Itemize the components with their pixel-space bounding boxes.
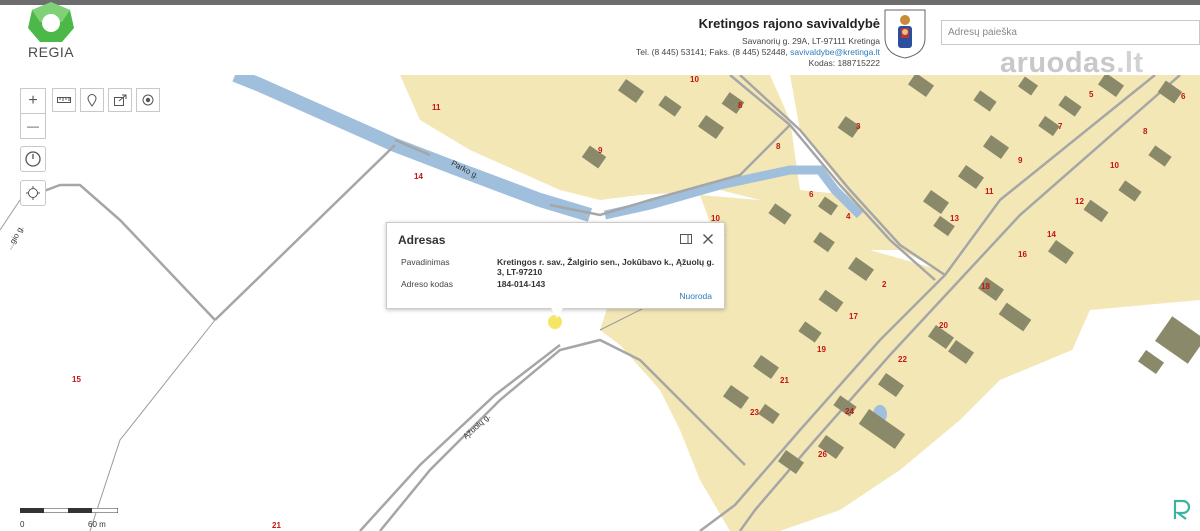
- compass-button[interactable]: [20, 146, 46, 172]
- coat-of-arms-icon: [884, 9, 926, 59]
- scale-bar: [20, 508, 118, 513]
- parcel-number: 21: [780, 376, 789, 385]
- zoom-out-button[interactable]: —: [20, 113, 46, 139]
- parcel-number: 15: [72, 375, 81, 384]
- parcel-number: 2: [882, 280, 887, 289]
- address-popup: Adresas Pavadinimas Kretingos r. sav., Ž…: [386, 222, 725, 309]
- parcel-number: 4: [846, 212, 851, 221]
- parcel-number: 24: [845, 407, 854, 416]
- parcel-number: 26: [818, 450, 827, 459]
- parcel-number: 7: [1058, 122, 1063, 131]
- parcel-number: 10: [1110, 161, 1119, 170]
- zoom-in-button[interactable]: +: [20, 88, 46, 114]
- address-search-input[interactable]: Adresų paieška: [941, 20, 1200, 45]
- parcel-number: 3: [856, 122, 861, 131]
- parcel-number: 5: [1089, 90, 1094, 99]
- parcel-number: 14: [414, 172, 423, 181]
- header: REGIA Kretingos rajono savivaldybė Savan…: [0, 0, 1200, 79]
- municipality-address: Savanorių g. 29A, LT-97111 Kretinga: [742, 36, 880, 46]
- app-window: REGIA Kretingos rajono savivaldybė Savan…: [0, 0, 1200, 531]
- parcel-number: 13: [950, 214, 959, 223]
- parcel-number: 10: [690, 75, 699, 84]
- scale-start: 0: [20, 520, 25, 529]
- municipality-info: Kretingos rajono savivaldybė Savanorių g…: [636, 16, 880, 69]
- name-label: Pavadinimas: [401, 257, 450, 267]
- link-button[interactable]: Nuoroda: [679, 291, 712, 301]
- popup-title: Adresas: [398, 233, 446, 247]
- parcel-number: 18: [981, 282, 990, 291]
- municipality-name: Kretingos rajono savivaldybė: [698, 16, 880, 31]
- logo-text: REGIA: [28, 44, 75, 60]
- share-icon: [113, 94, 126, 106]
- ruler-icon: [57, 97, 71, 103]
- measure-tool-button[interactable]: [52, 88, 76, 112]
- email-link[interactable]: savivaldybe@kretinga.lt: [790, 47, 880, 57]
- crosshair-icon: [26, 186, 40, 200]
- parcel-number: 21: [272, 521, 281, 530]
- scale-end: 60 m: [88, 520, 106, 529]
- expand-panel-icon[interactable]: [679, 232, 693, 246]
- popup-pointer: [551, 308, 563, 318]
- address-code-label: Adreso kodas: [401, 279, 453, 289]
- parcel-number: 11: [432, 103, 441, 112]
- top-bar: [0, 0, 1200, 5]
- regia-corner-logo-icon: [1173, 499, 1191, 520]
- brand-tld: .lt: [1116, 47, 1144, 79]
- parcel-number: 20: [939, 321, 948, 330]
- target-icon: [142, 94, 154, 106]
- brand-watermark: aruodas.lt: [1000, 47, 1144, 80]
- parcel-number: 6: [809, 190, 814, 199]
- parcel-number: 8: [1143, 127, 1148, 136]
- map-pin-icon: [87, 93, 97, 107]
- parcel-number: 8: [776, 142, 781, 151]
- brand-name: aruodas: [1000, 47, 1117, 79]
- parcel-number: 14: [1047, 230, 1056, 239]
- municipality-code: Kodas: 188715222: [808, 58, 880, 68]
- name-value: Kretingos r. sav., Žalgirio sen., Jokūba…: [497, 257, 715, 277]
- close-icon[interactable]: [701, 232, 715, 246]
- municipality-contacts: Tel. (8 445) 53141; Faks. (8 445) 52448,…: [636, 47, 880, 58]
- parcel-number: 16: [1018, 250, 1027, 259]
- contact-phones: Tel. (8 445) 53141; Faks. (8 445) 52448,: [636, 47, 788, 57]
- my-location-button[interactable]: [20, 180, 46, 206]
- share-button[interactable]: [108, 88, 132, 112]
- parcel-number: 9: [598, 146, 603, 155]
- parcel-number: 23: [750, 408, 759, 417]
- parcel-number: 8: [738, 101, 743, 110]
- compass-icon: [25, 151, 41, 167]
- parcel-number: 9: [1018, 156, 1023, 165]
- zoom-in-label: +: [28, 92, 38, 109]
- parcel-number: 6: [1181, 92, 1186, 101]
- parcel-number: 17: [849, 312, 858, 321]
- parcel-number: 11: [985, 187, 994, 196]
- zoom-out-label: —: [27, 119, 39, 133]
- marker-tool-button[interactable]: [80, 88, 104, 112]
- parcel-number: 12: [1075, 197, 1084, 206]
- parcel-number: 19: [817, 345, 826, 354]
- locate-point-button[interactable]: [136, 88, 160, 112]
- address-code-value: 184-014-143: [497, 279, 546, 289]
- parcel-number: 22: [898, 355, 907, 364]
